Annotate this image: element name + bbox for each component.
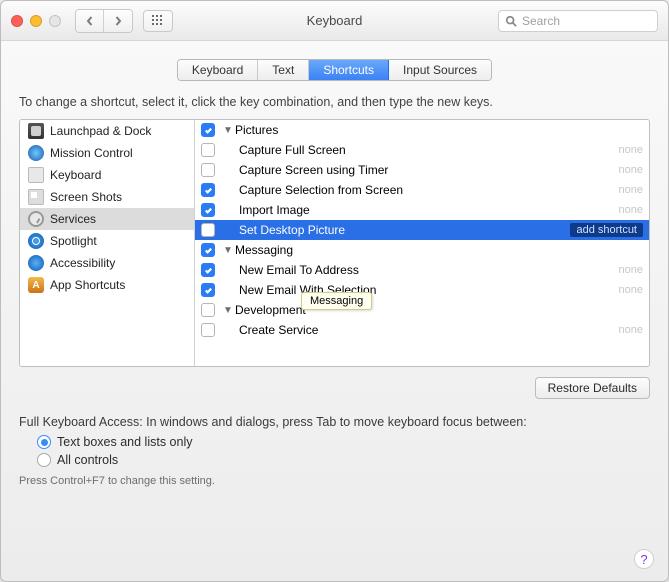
checkbox[interactable] [201,123,215,137]
keyboard-icon [28,167,44,183]
row-capture-timer[interactable]: Capture Screen using Timernone [195,160,649,180]
checkbox[interactable] [201,223,215,237]
shortcut-value[interactable]: none [619,204,643,216]
radio-icon [37,453,51,467]
zoom-icon[interactable] [49,15,61,27]
segmented-control: Keyboard Text Shortcuts Input Sources [177,59,492,81]
checkbox[interactable] [201,143,215,157]
back-button[interactable] [76,10,104,32]
checkbox[interactable] [201,303,215,317]
shortcut-value[interactable]: none [619,324,643,336]
shortcut-value[interactable]: add shortcut [570,223,643,237]
screen-shots-icon [28,189,44,205]
chevron-down-icon[interactable]: ▼ [223,245,233,256]
search-field[interactable]: Search [498,10,658,32]
services-icon [28,211,44,227]
row-create-service[interactable]: Create Servicenone [195,320,649,340]
category-list[interactable]: Launchpad & Dock Mission Control Keyboar… [20,120,195,366]
cat-app-shortcuts[interactable]: App Shortcuts [20,274,194,296]
row-import-image[interactable]: Import Imagenone [195,200,649,220]
close-icon[interactable] [11,15,23,27]
row-capture-full-screen[interactable]: Capture Full Screennone [195,140,649,160]
group-messaging[interactable]: ▼Messaging [195,240,649,260]
fka-hint: Press Control+F7 to change this setting. [19,475,650,487]
cat-mission-control[interactable]: Mission Control [20,142,194,164]
checkbox[interactable] [201,183,215,197]
search-icon [505,15,517,27]
cat-launchpad-dock[interactable]: Launchpad & Dock [20,120,194,142]
group-pictures[interactable]: ▼Pictures [195,120,649,140]
shortcut-value[interactable]: none [619,144,643,156]
shortcut-value[interactable]: none [619,164,643,176]
tab-keyboard[interactable]: Keyboard [178,60,258,80]
shortcut-panes: Launchpad & Dock Mission Control Keyboar… [19,119,650,367]
checkbox[interactable] [201,323,215,337]
traffic-lights [11,15,61,27]
shortcut-value[interactable]: none [619,184,643,196]
keyboard-prefs-window: Keyboard Search Keyboard Text Shortcuts … [0,0,669,582]
cat-spotlight[interactable]: Spotlight [20,230,194,252]
shortcut-value[interactable]: none [619,284,643,296]
intro-text: To change a shortcut, select it, click t… [19,95,650,109]
chevron-down-icon[interactable]: ▼ [223,305,233,316]
content: Keyboard Text Shortcuts Input Sources To… [1,41,668,499]
spotlight-icon [28,233,44,249]
cat-keyboard[interactable]: Keyboard [20,164,194,186]
checkbox[interactable] [201,163,215,177]
row-new-email-address[interactable]: New Email To Addressnone [195,260,649,280]
group-development[interactable]: ▼Development [195,300,649,320]
radio-icon [37,435,51,449]
cat-accessibility[interactable]: Accessibility [20,252,194,274]
tab-shortcuts[interactable]: Shortcuts [309,60,389,80]
help-button[interactable]: ? [634,549,654,569]
row-capture-selection[interactable]: Capture Selection from Screennone [195,180,649,200]
grid-icon [152,15,164,27]
checkbox[interactable] [201,243,215,257]
cat-services[interactable]: Services [20,208,194,230]
titlebar: Keyboard Search [1,1,668,41]
checkbox[interactable] [201,203,215,217]
checkbox[interactable] [201,263,215,277]
forward-button[interactable] [104,10,132,32]
restore-defaults-button[interactable]: Restore Defaults [535,377,650,399]
tooltip: Messaging [301,292,372,310]
tab-bar: Keyboard Text Shortcuts Input Sources [19,59,650,81]
app-shortcuts-icon [28,277,44,293]
search-placeholder: Search [522,14,560,28]
radio-all-controls[interactable]: All controls [37,453,650,467]
row-new-email-selection[interactable]: New Email With Selectionnone [195,280,649,300]
minimize-icon[interactable] [30,15,42,27]
tab-input-sources[interactable]: Input Sources [389,60,491,80]
fka-radios: Text boxes and lists only All controls [37,435,650,467]
show-all-button[interactable] [143,10,173,32]
row-set-desktop-picture[interactable]: Set Desktop Pictureadd shortcut [195,220,649,240]
chevron-down-icon[interactable]: ▼ [223,125,233,136]
fka-label: Full Keyboard Access: In windows and dia… [19,415,650,429]
accessibility-icon [28,255,44,271]
radio-text-boxes[interactable]: Text boxes and lists only [37,435,650,449]
shortcut-list[interactable]: ▼Pictures Capture Full Screennone Captur… [195,120,649,366]
cat-screen-shots[interactable]: Screen Shots [20,186,194,208]
tab-text[interactable]: Text [258,60,309,80]
launchpad-icon [28,123,44,139]
shortcut-value[interactable]: none [619,264,643,276]
mission-control-icon [28,145,44,161]
nav-buttons [75,9,133,33]
checkbox[interactable] [201,283,215,297]
restore-row: Restore Defaults [19,377,650,399]
